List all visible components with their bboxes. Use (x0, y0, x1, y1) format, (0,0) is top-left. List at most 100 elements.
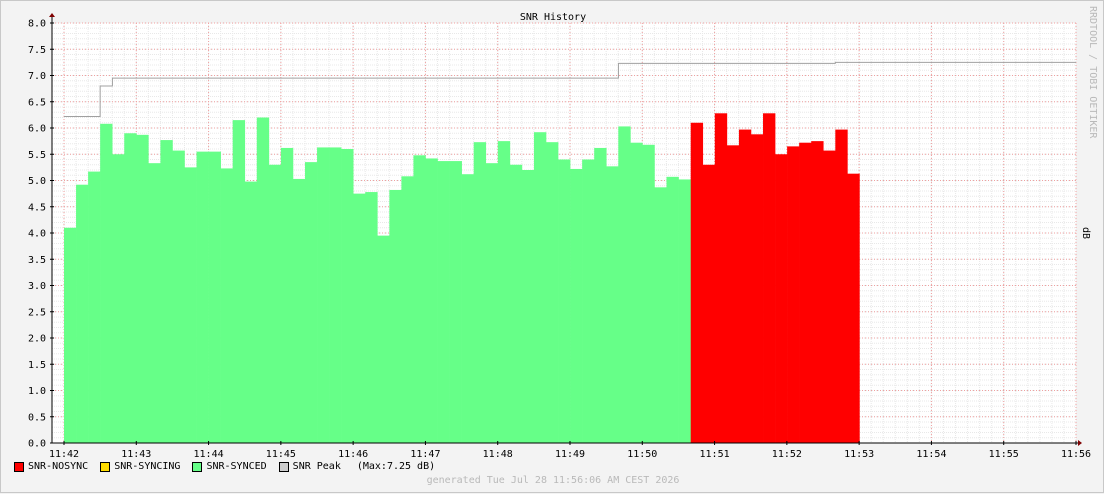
snr-nosync-bar (763, 113, 776, 444)
snr-synced-bar (112, 154, 125, 443)
snr-nosync-bar (823, 150, 836, 443)
snr-synced-bar (292, 178, 306, 444)
y-tick-label: 5.0 (28, 176, 46, 187)
chart-frame: 0.0 0.5 1.0 1.5 2.0 2.5 3.0 3.5 4.0 4.5 5.0 5.5 6.0 6… (0, 0, 1104, 493)
x-tick-label: 11:55 (989, 449, 1019, 460)
snr-synced-bar (172, 150, 185, 443)
legend-item-synced: SNR-SYNCED (192, 461, 267, 472)
y-tick-label: 4.0 (28, 229, 46, 240)
x-tick-label: 11:51 (700, 449, 730, 460)
snr-synced-bar (461, 174, 475, 443)
y-tick-label: 3.0 (28, 281, 46, 292)
snr-synced-bar (317, 147, 330, 444)
rrdtool-watermark: RRDTOOL / TOBI OETIKER (1087, 6, 1098, 139)
y-tick-label: 6.0 (28, 124, 46, 135)
snr-nosync-bar (799, 142, 812, 443)
y-tick-label: 2.5 (28, 307, 46, 318)
generated-timestamp: generated Tue Jul 28 11:56:06 AM CEST 20… (426, 475, 680, 486)
y-tick-label: 7.5 (28, 45, 46, 56)
y-tick-label: 7.0 (28, 71, 46, 82)
snr-synced-bar (546, 142, 559, 444)
snr-synced-bar (184, 167, 197, 443)
snr-nosync-bar (702, 164, 716, 443)
y-tick-label: 1.0 (28, 386, 46, 397)
y-tick-label: 2.0 (28, 334, 46, 345)
x-tick-label: 11:53 (844, 449, 874, 460)
snr-synced-bar (341, 149, 354, 443)
snr-synced-bar (365, 192, 378, 443)
snr-synced-bar (666, 176, 679, 443)
y-tick-label: 5.5 (28, 150, 46, 161)
snr-synced-bar (329, 147, 342, 444)
snr-nosync-bar (847, 173, 860, 444)
x-tick-label: 11:42 (49, 449, 79, 460)
x-tick-label: 11:47 (410, 449, 440, 460)
series-areas (64, 113, 860, 444)
x-axis-arrow (1078, 440, 1082, 446)
snr-synced-bar (594, 147, 607, 443)
x-tick-label: 11:49 (555, 449, 585, 460)
snr-synced-bar (485, 163, 499, 444)
snr-synced-bar (582, 159, 595, 443)
chart-title: SNR History (520, 12, 586, 23)
snr-synced-bar (678, 179, 691, 443)
snr-synced-bar (124, 133, 137, 443)
x-tick-label: 11:44 (194, 449, 224, 460)
snr-synced-bar (413, 155, 426, 444)
snr-synced-bar (244, 181, 258, 444)
snr-synced-bar (509, 164, 523, 443)
x-tick-label: 11:54 (916, 449, 946, 460)
snr-synced-bar (389, 189, 402, 443)
snr-synced-bar (280, 147, 294, 443)
legend-peak-max: (Max:7.25 dB) (356, 461, 436, 472)
legend-label-nosync: SNR-NOSYNC (28, 461, 89, 472)
snr-synced-bar (100, 123, 113, 444)
snr-synced-bar (437, 161, 450, 443)
snr-synced-bar (196, 151, 209, 443)
snr-synced-bar (533, 132, 547, 443)
snr-synced-bar (630, 142, 643, 443)
legend-label-syncing: SNR-SYNCING (114, 461, 181, 472)
snr-synced-bar (256, 117, 270, 443)
y-axis-arrow (49, 13, 55, 17)
y-tick-labels: 0.0 0.5 1.0 1.5 2.0 2.5 3.0 3.5 4.0 4.5 5.0 5.5 6.0 6… (28, 19, 46, 450)
snr-synced-bar (220, 168, 234, 444)
y-axis-unit: dB (1080, 227, 1091, 239)
snr-synced-bar (654, 187, 667, 443)
snr-nosync-bar (738, 129, 752, 443)
x-tick-labels: 11:42 11:43 11:44 11:45 11:46 11:47 11:48 11:49… (49, 449, 1091, 460)
x-tick-label: 11:52 (772, 449, 802, 460)
snr-synced-bar (64, 227, 77, 443)
y-tick-label: 8.0 (28, 19, 46, 30)
legend-swatch-peak (278, 461, 289, 472)
x-tick-label: 11:46 (338, 449, 368, 460)
legend-swatch-synced (192, 461, 203, 472)
snr-synced-bar (449, 161, 462, 443)
snr-synced-bar (401, 176, 414, 444)
legend: SNR-NOSYNC SNR-SYNCING SNR-SYNCED SNR Pe… (14, 461, 447, 472)
snr-synced-bar (377, 235, 390, 443)
snr-synced-bar (268, 164, 282, 443)
legend-item-syncing: SNR-SYNCING (100, 461, 180, 472)
snr-synced-bar (570, 168, 583, 443)
snr-chart: 0.0 0.5 1.0 1.5 2.0 2.5 3.0 3.5 4.0 4.5 5.0 5.5 6.0 6… (28, 6, 1098, 460)
y-tick-label: 4.5 (28, 202, 46, 213)
snr-nosync-bar (835, 129, 848, 443)
snr-synced-bar (558, 159, 571, 443)
y-tick-label: 3.5 (28, 255, 46, 266)
x-tick-label: 11:43 (121, 449, 151, 460)
snr-nosync-bar (775, 154, 788, 443)
snr-synced-bar (305, 162, 318, 443)
legend-label-peak: SNR Peak (292, 461, 341, 472)
snr-nosync-bar (714, 113, 728, 444)
snr-nosync-bar (787, 146, 800, 443)
snr-nosync-bar (726, 145, 740, 443)
y-tick-label: 0.5 (28, 412, 46, 423)
legend-label-synced: SNR-SYNCED (206, 461, 267, 472)
snr-synced-bar (521, 170, 535, 443)
snr-synced-bar (148, 163, 161, 444)
snr-synced-bar (136, 134, 149, 443)
snr-synced-bar (618, 126, 631, 444)
snr-synced-bar (208, 151, 221, 443)
x-tick-label: 11:50 (627, 449, 657, 460)
